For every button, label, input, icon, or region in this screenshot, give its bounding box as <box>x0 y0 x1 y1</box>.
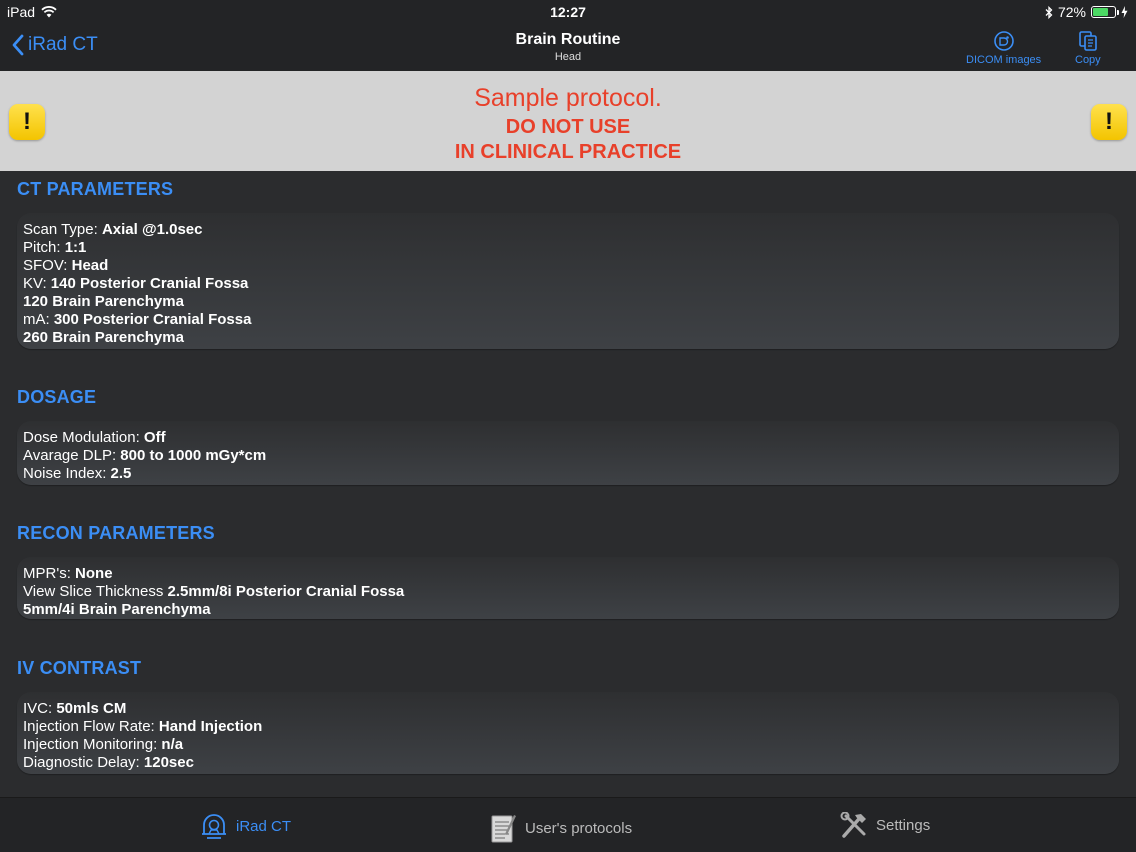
dicom-icon <box>993 31 1014 51</box>
bluetooth-icon <box>1045 5 1053 19</box>
tools-icon <box>840 812 866 838</box>
parameter-label: MPR's: <box>23 565 76 582</box>
section-title: RECON PARAMETERS <box>17 523 215 543</box>
parameter-label: Avarage DLP: <box>23 447 121 464</box>
tab-irad-ct[interactable]: iRad CT <box>200 812 291 840</box>
battery-percent: 72% <box>1057 4 1086 20</box>
parameter-line: SFOV: Head <box>23 257 1113 275</box>
parameter-line: Pitch: 1:1 <box>23 239 1113 257</box>
parameter-line: Noise Index: 2.5 <box>23 465 1113 483</box>
banner-line-3: IN CLINICAL PRACTICE <box>454 141 682 163</box>
parameter-line: IVC: 50mls CM <box>23 700 1113 718</box>
dicom-images-button[interactable]: DICOM images <box>966 30 1041 66</box>
sample-protocol-banner: ! Sample protocol. DO NOT USE IN CLINICA… <box>0 71 1136 171</box>
parameter-line: Injection Monitoring: n/a <box>23 736 1113 754</box>
parameter-label: View Slice Thickness <box>23 583 168 600</box>
parameter-value: Off <box>143 429 166 446</box>
parameter-label: Noise Index: <box>23 465 111 482</box>
copy-label: Copy <box>1075 54 1101 66</box>
section-title: CT PARAMETERS <box>17 179 174 199</box>
parameter-value: 260 Brain Parenchyma <box>23 329 184 346</box>
parameter-line: KV: 140 Posterior Cranial Fossa <box>23 275 1113 293</box>
status-right: 72% <box>1045 4 1128 20</box>
navigation-bar: iRad CT Brain Routine Head DICOM images … <box>0 24 1136 71</box>
notepad-icon <box>491 815 516 843</box>
parameter-line: Scan Type: Axial @1.0sec <box>23 221 1113 239</box>
parameter-value: 120 Brain Parenchyma <box>23 293 184 310</box>
tab-settings[interactable]: Settings <box>840 812 930 838</box>
parameter-value: None <box>75 565 113 582</box>
parameter-value: 140 Posterior Cranial Fossa <box>50 275 249 292</box>
parameter-value: 1:1 <box>64 239 87 256</box>
parameter-label: Diagnostic Delay: <box>23 754 144 771</box>
parameter-line: mA: 300 Posterior Cranial Fossa <box>23 311 1113 329</box>
warning-icon: ! <box>1091 104 1127 140</box>
parameter-line: 120 Brain Parenchyma <box>23 293 1113 311</box>
parameter-value: 2.5mm/8i Posterior Cranial Fossa <box>167 583 405 600</box>
status-bar: iPad 12:27 72% <box>0 0 1136 24</box>
battery-icon <box>1091 6 1119 18</box>
parameter-value: 5mm/4i Brain Parenchyma <box>23 601 211 618</box>
parameter-line: 260 Brain Parenchyma <box>23 329 1113 347</box>
tab-users-protocols-label: User's protocols <box>525 819 633 837</box>
parameter-line: MPR's: None <box>23 565 1113 583</box>
status-time: 12:27 <box>550 4 586 20</box>
parameter-label: Scan Type: <box>23 221 102 238</box>
section-card: Dose Modulation: Off Avarage DLP: 800 to … <box>17 421 1119 485</box>
parameter-label: KV: <box>23 275 51 292</box>
parameter-line: View Slice Thickness 2.5mm/8i Posterior … <box>23 583 1113 601</box>
parameter-line: Avarage DLP: 800 to 1000 mGy*cm <box>23 447 1113 465</box>
parameter-value: 800 to 1000 mGy*cm <box>120 447 267 464</box>
parameter-label: Injection Flow Rate: <box>23 718 159 735</box>
tab-bar: iRad CT User's protocols Settings <box>0 797 1136 852</box>
section-card: Scan Type: Axial @1.0sec Pitch: 1:1 SFOV: … <box>17 213 1119 349</box>
tab-users-protocols[interactable]: User's protocols <box>489 812 632 844</box>
parameter-label: Dose Modulation: <box>23 429 144 446</box>
warning-icon: ! <box>9 104 45 140</box>
parameter-value: n/a <box>161 736 184 753</box>
banner-line-1: Sample protocol. <box>474 84 662 112</box>
parameter-value: 300 Posterior Cranial Fossa <box>53 311 252 328</box>
parameter-value: 2.5 <box>110 465 132 482</box>
section-title: DOSAGE <box>17 387 97 407</box>
irad-ct-icon <box>202 814 226 839</box>
parameter-line: Diagnostic Delay: 120sec <box>23 754 1113 772</box>
section-card: MPR's: None View Slice Thickness 2.5mm/8i… <box>17 557 1119 619</box>
protocol-content[interactable]: CT PARAMETERS Scan Type: Axial @1.0sec Pi… <box>0 171 1136 797</box>
parameter-value: 120sec <box>143 754 194 771</box>
dicom-images-label: DICOM images <box>966 54 1042 66</box>
parameter-line: Dose Modulation: Off <box>23 429 1113 447</box>
section-title: IV CONTRAST <box>17 658 142 678</box>
battery-fill <box>1093 8 1109 16</box>
parameter-line: Injection Flow Rate: Hand Injection <box>23 718 1113 736</box>
parameter-line: 5mm/4i Brain Parenchyma <box>23 601 1113 619</box>
copy-button[interactable]: Copy <box>1075 30 1101 66</box>
parameter-label: IVC: <box>23 700 57 717</box>
parameter-value: Axial @1.0sec <box>101 221 203 238</box>
copy-icon <box>1079 31 1097 51</box>
tab-irad-ct-label: iRad CT <box>236 817 292 835</box>
parameter-value: 50mls CM <box>56 700 127 717</box>
section-card: IVC: 50mls CM Injection Flow Rate: Hand I… <box>17 692 1119 774</box>
tab-settings-label: Settings <box>876 816 931 834</box>
parameter-label: mA: <box>23 311 54 328</box>
parameter-label: Injection Monitoring: <box>23 736 162 753</box>
parameter-label: Pitch: <box>23 239 65 256</box>
parameter-value: Hand Injection <box>158 718 263 735</box>
parameter-value: Head <box>71 257 109 274</box>
parameter-label: SFOV: <box>23 257 72 274</box>
charging-icon <box>1121 6 1128 18</box>
banner-line-2: DO NOT USE <box>505 116 631 138</box>
